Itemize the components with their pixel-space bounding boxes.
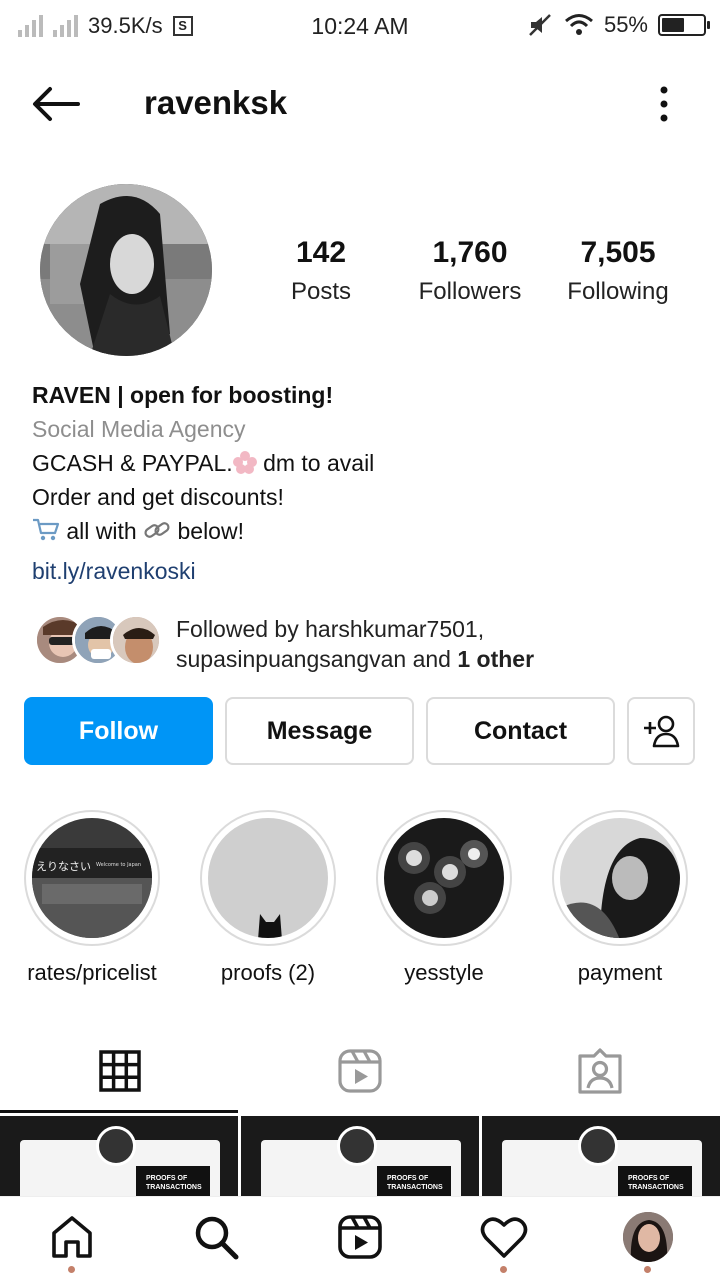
- follower-avatar-3: [110, 614, 162, 666]
- followed-by-line-2: supasinpuangsangvan and 1 other: [176, 644, 534, 674]
- followers-count: 1,760: [432, 236, 508, 269]
- post-thumbnail[interactable]: PROOFS OF TRANSACTIONS: [241, 1116, 479, 1196]
- highlight-ring: [552, 810, 688, 946]
- message-button[interactable]: Message: [225, 697, 414, 765]
- display-name: RAVEN | open for boosting!: [32, 382, 334, 408]
- more-options-icon[interactable]: [654, 86, 674, 122]
- posts-grid: PROOFS OF TRANSACTIONS PROOFS OF TRANSAC…: [0, 1116, 720, 1196]
- tab-posts-grid[interactable]: [0, 1030, 240, 1112]
- status-bar: 39.5K/s S 10:24 AM 55%: [0, 0, 720, 52]
- stat-followers[interactable]: 1,760 Followers: [392, 236, 548, 306]
- tagged-icon: [578, 1048, 622, 1094]
- post-avatar: [578, 1126, 618, 1166]
- mute-icon: [529, 14, 551, 36]
- following-count: 7,505: [580, 236, 656, 269]
- highlight-ring: [200, 810, 336, 946]
- content-tabs: [0, 1030, 720, 1116]
- highlight-photo-text: えりなさい: [36, 860, 91, 873]
- nav-home[interactable]: [44, 1209, 100, 1273]
- bio-line-3: all with below!: [32, 514, 692, 548]
- bio-line-3-b: below!: [171, 518, 244, 544]
- post-tag: PROOFS OF TRANSACTIONS: [377, 1166, 451, 1196]
- highlight-label-rates: rates/pricelist: [27, 960, 157, 985]
- profile-stats: 142 Posts 1,760 Followers 7,505 Followin…: [250, 236, 700, 306]
- add-person-icon: [644, 715, 680, 748]
- posts-count: 142: [295, 236, 347, 269]
- highlight-rates[interactable]: えりなさい Welcome to Japan rates/pricelist: [24, 810, 160, 986]
- status-right: 55%: [528, 12, 710, 38]
- highlight-cover-yesstyle: [384, 818, 504, 938]
- highlight-yesstyle[interactable]: yesstyle: [376, 810, 512, 986]
- profile-avatar[interactable]: [40, 184, 212, 356]
- battery-percent: 55%: [603, 12, 648, 37]
- post-avatar: [337, 1126, 377, 1166]
- wifi-icon: [564, 14, 593, 35]
- shopping-cart-icon: [33, 518, 60, 541]
- cherry-blossom-icon: [232, 451, 257, 475]
- post-tag: PROOFS OF TRANSACTIONS: [136, 1166, 210, 1196]
- bio-line-1-b: dm to avail: [256, 450, 375, 476]
- highlight-payment[interactable]: payment: [552, 810, 688, 986]
- followed-by-text: Followed by harshkumar7501, supasinpuang…: [176, 614, 534, 674]
- highlight-label-yesstyle: yesstyle: [404, 960, 484, 985]
- bio-line-1-a: GCASH & PAYPAL.: [32, 450, 233, 476]
- bio-line-1: GCASH & PAYPAL. dm to avail: [32, 446, 692, 480]
- notification-dot: [68, 1266, 75, 1273]
- avatar-photo: [40, 184, 212, 356]
- category-label: Social Media Agency: [32, 416, 246, 442]
- stat-following[interactable]: 7,505 Following: [548, 236, 688, 306]
- followed-by-line-1: Followed by harshkumar7501,: [176, 616, 485, 642]
- followed-by-names: supasinpuangsangvan and: [176, 646, 458, 672]
- bottom-navigation: [0, 1196, 720, 1280]
- highlight-cover-proofs: [208, 818, 328, 938]
- highlight-label-payment: payment: [577, 960, 663, 985]
- following-label: Following: [567, 278, 669, 305]
- posts-label: Posts: [290, 278, 352, 305]
- back-arrow-icon[interactable]: [30, 84, 80, 124]
- highlight-cover-payment: [560, 818, 680, 938]
- heart-icon: [480, 1217, 528, 1258]
- contact-button[interactable]: Contact: [426, 697, 615, 765]
- header-username: ravenksk: [144, 84, 288, 121]
- suggest-people-button[interactable]: [627, 697, 695, 765]
- profile-header: ravenksk: [0, 72, 720, 136]
- post-tag: PROOFS OF TRANSACTIONS: [618, 1166, 692, 1196]
- highlight-cover-rates: えりなさい Welcome to Japan: [32, 818, 152, 938]
- tab-reels[interactable]: [240, 1030, 480, 1112]
- battery-fill: [662, 18, 684, 32]
- notification-dot: [644, 1266, 651, 1273]
- nav-profile[interactable]: [620, 1209, 676, 1273]
- profile-bio: RAVEN | open for boosting! Social Media …: [32, 378, 692, 588]
- battery-icon: [658, 14, 710, 36]
- follow-button[interactable]: Follow: [24, 697, 213, 765]
- stat-posts[interactable]: 142 Posts: [250, 236, 392, 306]
- highlight-ring: えりなさい Welcome to Japan: [24, 810, 160, 946]
- highlight-ring: [376, 810, 512, 946]
- post-avatar: [96, 1126, 136, 1166]
- link-icon: [144, 522, 170, 538]
- grid-icon: [99, 1050, 141, 1092]
- nav-search[interactable]: [188, 1209, 244, 1265]
- home-icon: [52, 1216, 92, 1258]
- nav-activity[interactable]: [476, 1209, 532, 1273]
- post-thumbnail[interactable]: PROOFS OF TRANSACTIONS: [482, 1116, 720, 1196]
- active-tab-indicator: [0, 1110, 238, 1113]
- bio-line-2: Order and get discounts!: [32, 484, 284, 510]
- bio-line-3-a: all with: [60, 518, 144, 544]
- followed-by-others: 1 other: [457, 646, 535, 672]
- followers-label: Followers: [418, 278, 522, 305]
- highlight-label-proofs: proofs (2): [220, 960, 316, 985]
- nav-reels[interactable]: [332, 1209, 388, 1265]
- profile-avatar-small: [623, 1212, 673, 1262]
- followed-by[interactable]: Followed by harshkumar7501, supasinpuang…: [34, 612, 694, 672]
- highlight-photo-sign: Welcome to Japan: [96, 862, 141, 868]
- reels-nav-icon: [338, 1215, 382, 1259]
- post-thumbnail[interactable]: PROOFS OF TRANSACTIONS: [0, 1116, 238, 1196]
- bio-link[interactable]: bit.ly/ravenkoski: [32, 554, 692, 588]
- highlight-proofs[interactable]: proofs (2): [200, 810, 336, 986]
- tab-tagged[interactable]: [480, 1030, 720, 1112]
- search-icon: [195, 1216, 239, 1260]
- reels-icon: [338, 1049, 382, 1093]
- notification-dot: [500, 1266, 507, 1273]
